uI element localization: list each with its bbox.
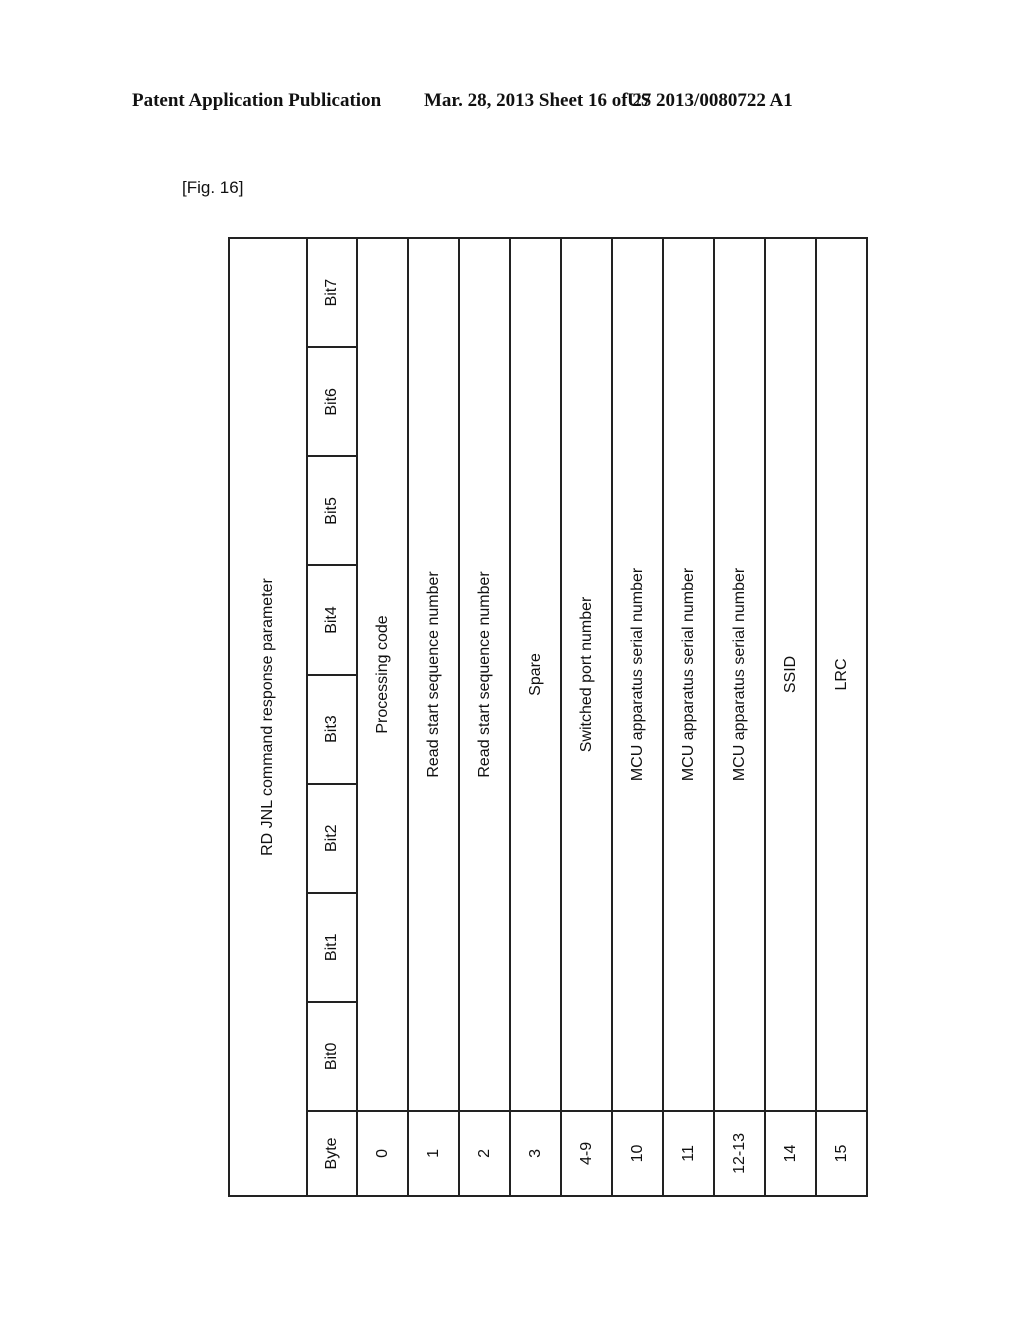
parameter-table: RD JNL command response parameter Byte B…: [228, 237, 868, 1197]
table-row: 3 Spare: [510, 238, 561, 1196]
byte-cell: 1: [408, 1110, 459, 1196]
column-header: Bit5: [307, 456, 357, 566]
byte-cell: 15: [816, 1110, 867, 1196]
byte-cell: 14: [765, 1110, 816, 1196]
column-header: Bit7: [307, 238, 357, 348]
byte-cell: 12-13: [714, 1110, 765, 1196]
content-cell: MCU apparatus serial number: [714, 238, 765, 1111]
table-row: 12-13 MCU apparatus serial number: [714, 238, 765, 1196]
date-sheet-label: Mar. 28, 2013 Sheet 16 of 27: [424, 90, 652, 111]
byte-cell: 0: [357, 1110, 408, 1196]
byte-cell: 11: [663, 1110, 714, 1196]
column-header: Bit4: [307, 565, 357, 675]
table-row: 15 LRC: [816, 238, 867, 1196]
column-header: Bit1: [307, 892, 357, 1002]
content-cell: MCU apparatus serial number: [612, 238, 663, 1111]
column-header: Bit2: [307, 783, 357, 893]
byte-cell: 4-9: [561, 1110, 612, 1196]
table-title: RD JNL command response parameter: [229, 238, 307, 1196]
byte-cell: 3: [510, 1110, 561, 1196]
column-header: Bit6: [307, 347, 357, 457]
byte-cell: 2: [459, 1110, 510, 1196]
byte-cell: 10: [612, 1110, 663, 1196]
patent-number: US 2013/0080722 A1: [627, 90, 793, 111]
table-row: 14 SSID: [765, 238, 816, 1196]
content-cell: Switched port number: [561, 238, 612, 1111]
figure-label: [Fig. 16]: [182, 178, 244, 197]
table-row: 10 MCU apparatus serial number: [612, 238, 663, 1196]
table-header-row: Byte Bit0 Bit1 Bit2 Bit3 Bit4 Bit5 Bit6 …: [307, 238, 357, 1196]
content-cell: SSID: [765, 238, 816, 1111]
table-row: 11 MCU apparatus serial number: [663, 238, 714, 1196]
column-header: Bit0: [307, 1001, 357, 1111]
content-cell: Processing code: [357, 238, 408, 1111]
column-header: Byte: [307, 1110, 357, 1196]
content-cell: Read start sequence number: [408, 238, 459, 1111]
publication-label: Patent Application Publication: [132, 90, 382, 111]
table-row: 2 Read start sequence number: [459, 238, 510, 1196]
table-row: 1 Read start sequence number: [408, 238, 459, 1196]
table-row: 0 Processing code: [357, 238, 408, 1196]
column-header: Bit3: [307, 674, 357, 784]
table-title-row: RD JNL command response parameter: [229, 238, 307, 1196]
content-cell: Spare: [510, 238, 561, 1111]
content-cell: MCU apparatus serial number: [663, 238, 714, 1111]
content-cell: LRC: [816, 238, 867, 1111]
rotated-table-container: RD JNL command response parameter Byte B…: [228, 237, 867, 1197]
content-cell: Read start sequence number: [459, 238, 510, 1111]
table-row: 4-9 Switched port number: [561, 238, 612, 1196]
